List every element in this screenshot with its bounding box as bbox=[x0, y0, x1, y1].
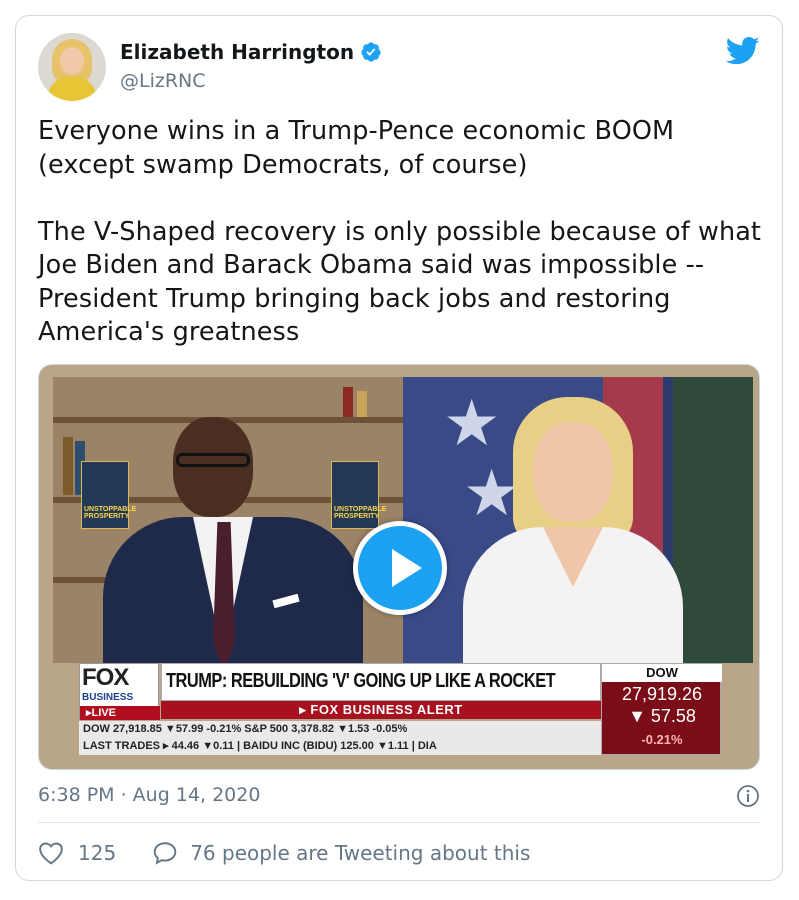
fox-business-logo: FOX BUSINESS ▸LIVE bbox=[79, 663, 160, 720]
book bbox=[63, 437, 73, 495]
book bbox=[357, 391, 367, 417]
video-right-panel: ★ ★ bbox=[403, 377, 753, 663]
author-name-row[interactable]: Elizabeth Harrington bbox=[120, 40, 382, 64]
like-button[interactable]: 125 bbox=[38, 841, 116, 865]
divider bbox=[38, 822, 760, 823]
glasses bbox=[176, 453, 250, 467]
heart-icon bbox=[39, 842, 63, 865]
tweet-actions: 125 76 people are Tweeting about this bbox=[38, 838, 530, 868]
author-handle[interactable]: @LizRNC bbox=[120, 70, 206, 92]
book-cover: UNSTOPPABLE PROSPERITY bbox=[331, 461, 386, 529]
tweet-timestamp[interactable]: 6:38 PM · Aug 14, 2020 bbox=[38, 784, 260, 806]
book-cover: UNSTOPPABLE PROSPERITY bbox=[81, 461, 136, 529]
chyron-headline: TRUMP: REBUILDING 'V' GOING UP LIKE A RO… bbox=[161, 663, 601, 701]
speech-bubble-icon bbox=[153, 842, 177, 865]
play-button[interactable] bbox=[353, 521, 447, 615]
tweeting-about-link[interactable]: 76 people are Tweeting about this bbox=[152, 840, 530, 866]
verified-badge-icon bbox=[361, 42, 381, 62]
plant-background bbox=[673, 377, 753, 663]
like-count: 125 bbox=[78, 841, 117, 865]
stock-ticker: DOW 27,918.85 ▼57.99 -0.21% S&P 500 3,37… bbox=[79, 721, 601, 755]
tweet-card[interactable]: Elizabeth Harrington @LizRNC Everyone wi… bbox=[15, 15, 783, 881]
video-left-panel: UNSTOPPABLE PROSPERITY UNSTOPPABLE PROSP… bbox=[53, 377, 403, 663]
star: ★ bbox=[443, 387, 501, 461]
woman-face bbox=[533, 422, 613, 522]
avatar-body bbox=[48, 77, 96, 101]
news-chyron: FOX BUSINESS ▸LIVE TRUMP: REBUILDING 'V'… bbox=[79, 661, 722, 757]
avatar-face bbox=[60, 47, 84, 75]
dow-box: DOW 27,919.26 ▼ 57.58 -0.21% bbox=[601, 663, 722, 755]
live-badge: ▸LIVE bbox=[80, 706, 160, 720]
man-head bbox=[173, 417, 253, 517]
book bbox=[343, 387, 353, 417]
tweet-text: Everyone wins in a Trump-Pence economic … bbox=[38, 116, 762, 347]
star: ★ bbox=[463, 457, 521, 531]
play-icon bbox=[392, 549, 422, 587]
avatar[interactable] bbox=[38, 33, 106, 101]
author-display-name[interactable]: Elizabeth Harrington bbox=[120, 40, 354, 64]
video-player[interactable]: UNSTOPPABLE PROSPERITY UNSTOPPABLE PROSP… bbox=[38, 364, 760, 770]
info-icon[interactable] bbox=[736, 784, 760, 808]
alert-bar: ▸ FOX BUSINESS ALERT bbox=[161, 701, 601, 719]
twitter-bird-icon[interactable] bbox=[726, 36, 760, 66]
tweeting-about-text: 76 people are Tweeting about this bbox=[190, 841, 531, 865]
